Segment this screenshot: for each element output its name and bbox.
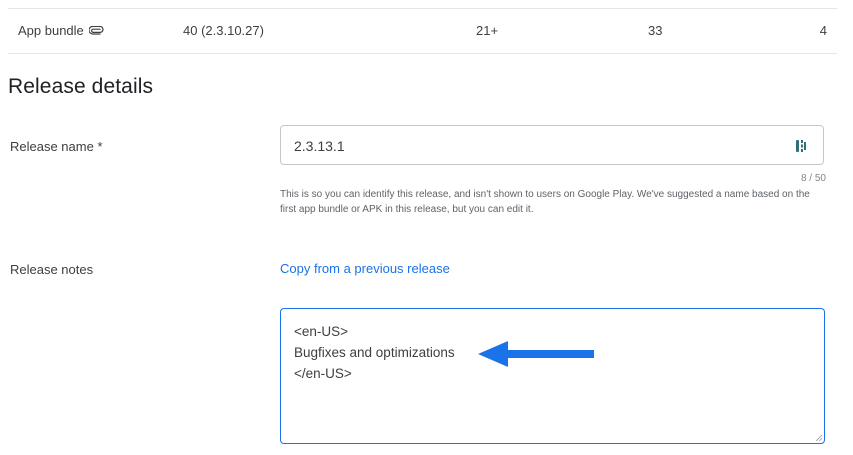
section-title: Release details: [8, 75, 154, 98]
attachment-icon: [88, 25, 104, 35]
bundle-type-cell: App bundle: [18, 23, 104, 38]
bundle-min-sdk-cell: 21+: [476, 23, 499, 38]
release-name-helper: This is so you can identify this release…: [280, 189, 810, 215]
release-notes-label: Release notes: [10, 262, 94, 277]
release-name-counter: 8 / 50: [800, 173, 826, 184]
bundle-version-cell: 40 (2.3.10.27): [183, 23, 264, 38]
release-page: App bundle 40 (2.3.10.27) 21+ 33 4 Relea…: [0, 0, 853, 455]
release-notes-textarea[interactable]: <en-US> Bugfixes and optimizations </en-…: [280, 308, 825, 444]
release-name-value: 2.3.13.1: [294, 138, 345, 154]
bundle-count-cell: 4: [819, 23, 827, 38]
release-notes-value: <en-US> Bugfixes and optimizations </en-…: [294, 324, 455, 381]
bundle-target-sdk-cell: 33: [648, 23, 663, 38]
copy-previous-release-link[interactable]: Copy from a previous release: [280, 261, 450, 276]
bundle-type-label: App bundle: [18, 23, 84, 38]
release-name-label: Release name *: [10, 139, 103, 154]
app-bundle-row[interactable]: App bundle 40 (2.3.10.27) 21+ 33 4: [8, 8, 837, 54]
resize-handle-icon[interactable]: [816, 435, 822, 441]
callout-arrow-icon: [478, 341, 594, 367]
password-manager-icon[interactable]: [795, 139, 807, 153]
release-name-input[interactable]: 2.3.13.1: [280, 125, 824, 165]
